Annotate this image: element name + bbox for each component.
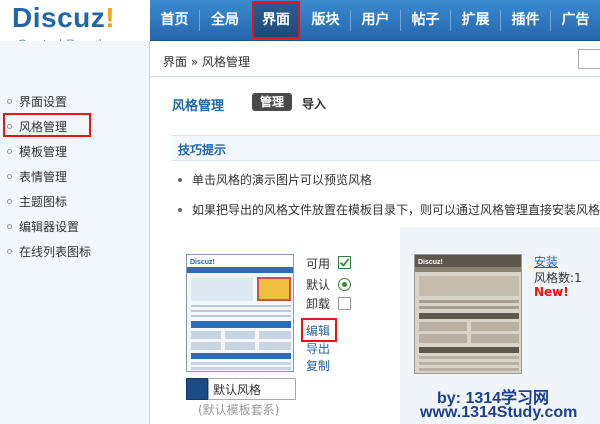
sidebar-item-label: 界面设置 (19, 95, 68, 109)
radio-dot-icon (342, 282, 347, 287)
bullet-icon (7, 224, 12, 229)
default-label: 默认 (306, 278, 331, 292)
nav-plugins[interactable]: 插件 (501, 0, 550, 41)
style-preview-image: Discuz! (415, 255, 521, 373)
style-color-swatch[interactable] (186, 378, 208, 400)
highlight-box (301, 318, 337, 342)
bullet-icon (7, 249, 12, 254)
search-input[interactable] (578, 49, 600, 69)
install-link[interactable]: 安装 (534, 253, 558, 270)
tip-text: 单击风格的演示图片可以预览风格 (192, 173, 373, 187)
tip-item: 单击风格的演示图片可以预览风格 (178, 171, 372, 188)
sidebar-item-label: 模板管理 (19, 145, 68, 159)
nav-interface[interactable]: 界面 (252, 1, 300, 39)
breadcrumb-bar: 界面 » 风格管理 (150, 41, 600, 77)
sidebar-item-online-icons[interactable]: 在线列表图标 (7, 243, 91, 260)
top-nav: 首页 全局 界面 版块 用户 帖子 扩展 插件 广告 (150, 0, 600, 41)
template-set-note: (默认模板套系) (198, 403, 280, 417)
enable-checkbox[interactable] (338, 256, 351, 269)
sidebar-item-thread-icons[interactable]: 主题图标 (7, 193, 67, 210)
enable-label: 可用 (306, 257, 331, 271)
nav-global[interactable]: 全局 (200, 0, 250, 41)
sidebar-item-editor-settings[interactable]: 编辑器设置 (7, 218, 79, 235)
nav-extensions[interactable]: 扩展 (451, 0, 500, 41)
nav-users[interactable]: 用户 (351, 0, 400, 41)
tip-text: 如果把导出的风格文件放置在模板目录下，则可以通过风格管理直接安装风格 (192, 203, 600, 217)
new-badge: New! (534, 285, 569, 299)
tip-item: 如果把导出的风格文件放置在模板目录下，则可以通过风格管理直接安装风格 (178, 201, 600, 218)
bullet-icon (7, 199, 12, 204)
uninstall-label: 卸载 (306, 297, 331, 311)
tips-title: 技巧提示 (178, 143, 227, 157)
logo: Discuz! Control Panel (0, 0, 150, 52)
uninstall-checkbox[interactable] (338, 297, 351, 310)
sidebar-item-interface-settings[interactable]: 界面设置 (7, 93, 67, 110)
bullet-icon (7, 99, 12, 104)
nav-forums[interactable]: 版块 (301, 0, 350, 41)
bullet-icon (7, 149, 12, 154)
breadcrumb: 界面 » 风格管理 (163, 55, 250, 69)
copy-link[interactable]: 复制 (306, 357, 330, 374)
svg-text:Discuz!: Discuz! (418, 259, 443, 266)
nav-ads[interactable]: 广告 (551, 0, 600, 41)
bullet-icon (178, 177, 182, 182)
sidebar-item-template-manage[interactable]: 模板管理 (7, 143, 67, 160)
sidebar-item-label: 编辑器设置 (19, 220, 80, 234)
tab-import[interactable]: 导入 (302, 95, 326, 112)
checkmark-icon (339, 258, 350, 267)
page-title: 风格管理 (172, 99, 225, 114)
tab-manage[interactable]: 管理 (252, 93, 292, 111)
sidebar-item-label: 主题图标 (19, 195, 68, 209)
style-preview-image: Discuz! (187, 255, 293, 371)
sidebar-item-smilies-manage[interactable]: 表情管理 (7, 168, 67, 185)
style-count: 风格数:1 (534, 271, 582, 285)
default-radio[interactable] (338, 278, 351, 291)
export-link[interactable]: 导出 (306, 340, 330, 357)
style-preview-thumbnail[interactable]: Discuz! (414, 254, 522, 374)
nav-posts[interactable]: 帖子 (401, 0, 450, 41)
bullet-icon (7, 174, 12, 179)
nav-home[interactable]: 首页 (150, 0, 199, 41)
tips-header: 技巧提示 (172, 135, 600, 161)
brand-logo: Discuz! (12, 2, 116, 33)
sidebar-item-label: 在线列表图标 (19, 245, 92, 259)
style-preview-thumbnail[interactable]: Discuz! (186, 254, 294, 372)
highlight-box (3, 113, 91, 137)
svg-text:Discuz!: Discuz! (190, 259, 215, 266)
sidebar-item-label: 表情管理 (19, 170, 68, 184)
bullet-icon (178, 207, 182, 212)
style-name-input[interactable] (208, 378, 296, 400)
watermark-line-2: www.1314Study.com (420, 404, 578, 421)
